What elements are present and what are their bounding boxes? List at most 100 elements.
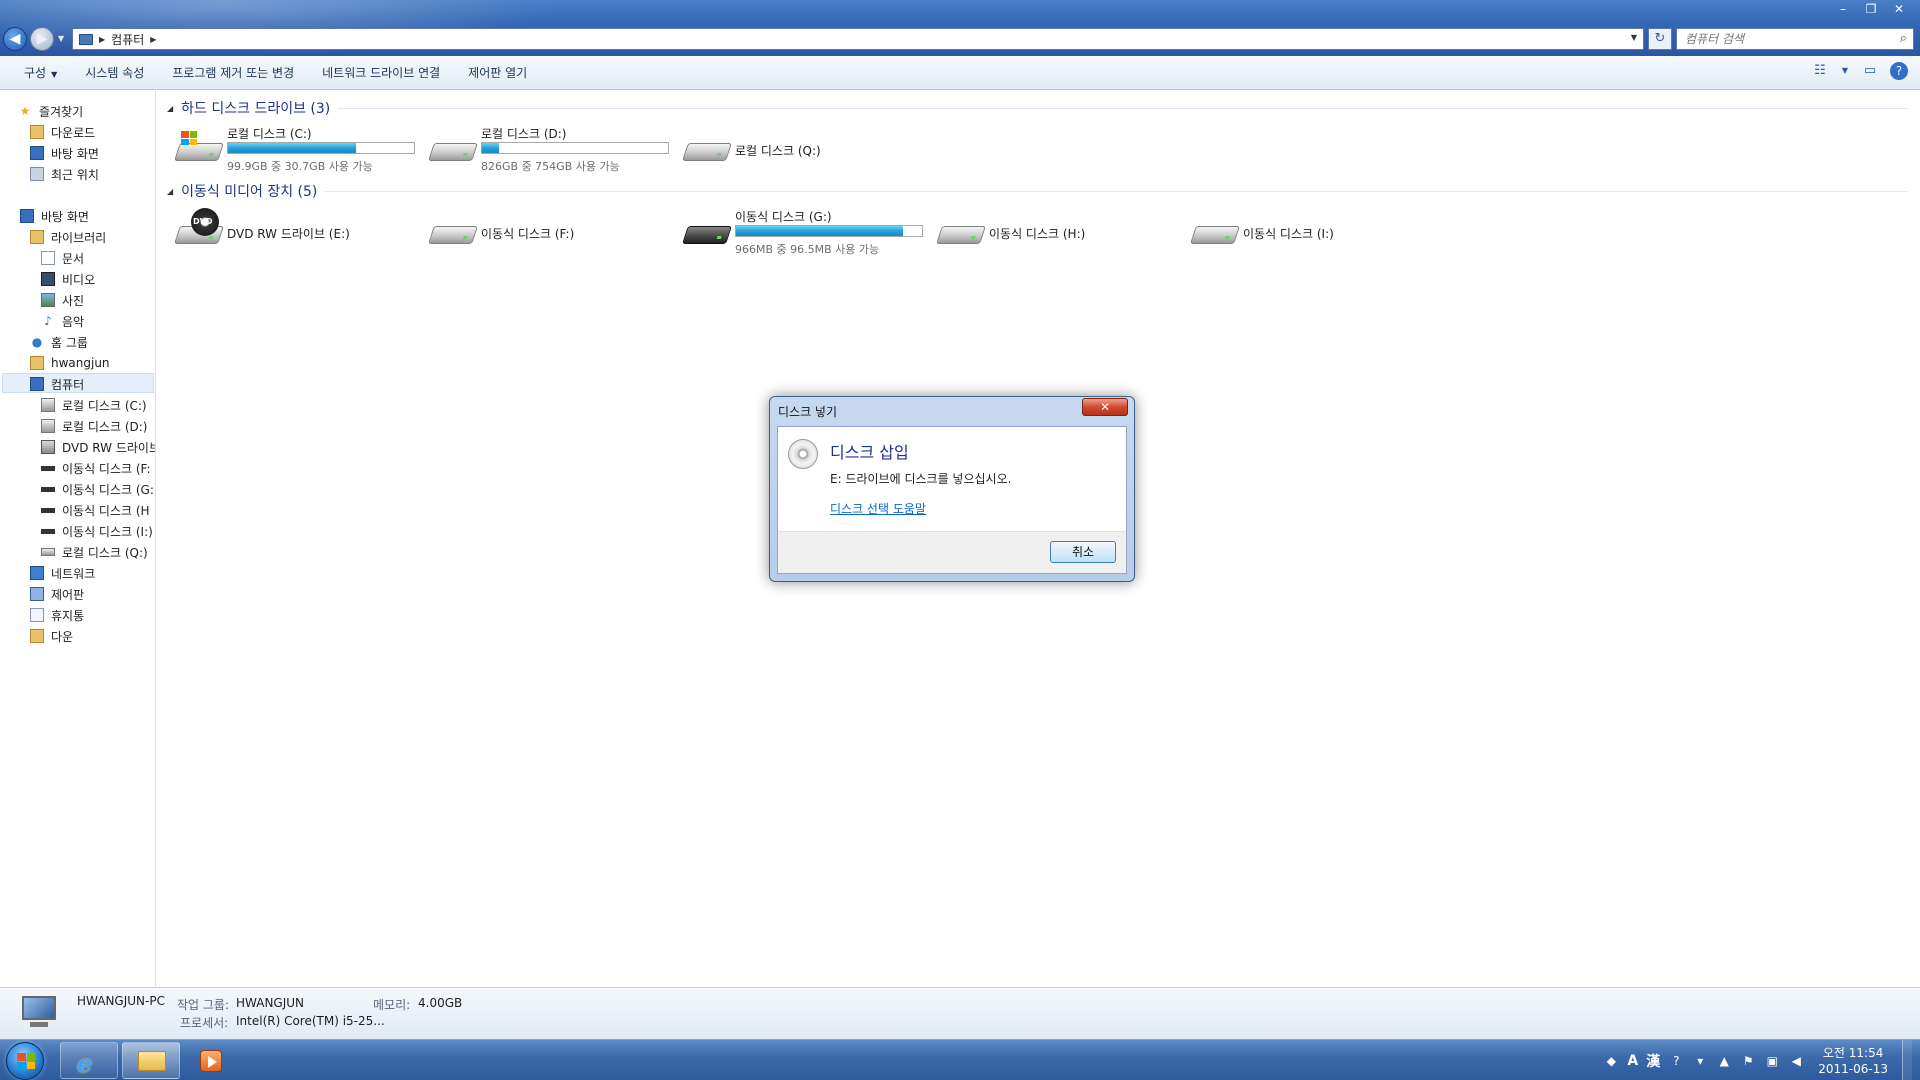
nav-drive-q[interactable]: 로컬 디스크 (Q:): [41, 542, 148, 562]
drive-c[interactable]: 로컬 디스크 (C:) 99.9GB 중 30.7GB 사용 가능: [174, 123, 425, 177]
nav-pictures[interactable]: 사진: [41, 290, 84, 310]
nav-drive-e[interactable]: DVD RW 드라이브: [41, 437, 156, 457]
ime-hanja-indicator[interactable]: 漢: [1646, 1051, 1660, 1071]
nav-recycle-bin[interactable]: 휴지통: [30, 605, 84, 625]
dialog-close-button[interactable]: ✕: [1082, 398, 1128, 416]
nav-user-folder[interactable]: hwangjun: [30, 353, 110, 373]
forward-button[interactable]: ▶: [30, 27, 54, 51]
disk-help-link[interactable]: 디스크 선택 도움말: [830, 500, 926, 517]
nav-label: DVD RW 드라이브: [62, 440, 156, 455]
drive-q[interactable]: 로컬 디스크 (Q:): [682, 123, 933, 177]
uninstall-program-button[interactable]: 프로그램 제거 또는 변경: [158, 61, 308, 85]
minimize-button[interactable]: –: [1830, 1, 1856, 17]
nav-favorites[interactable]: ★ 즐겨찾기: [18, 101, 84, 121]
ime-options-icon[interactable]: ▾: [1692, 1054, 1708, 1068]
group-divider: [338, 107, 1907, 109]
organize-button[interactable]: 구성 ▼: [10, 61, 71, 85]
system-tray: ◆ A 漢 ? ▾ ▲ ⚑ ▣ ◀ 오전 11:54 2011-06-13: [1603, 1040, 1912, 1080]
dialog-title: 디스크 넣기: [778, 405, 838, 419]
drive-g[interactable]: 이동식 디스크 (G:) 966MB 중 96.5MB 사용 가능: [682, 206, 933, 260]
nav-desktop-favorite[interactable]: 바탕 화면: [30, 143, 99, 163]
back-button[interactable]: ◀: [3, 27, 27, 51]
nav-music[interactable]: ♪ 음악: [41, 311, 84, 331]
volume-icon[interactable]: ◀: [1788, 1054, 1804, 1068]
taskbar-windows-explorer[interactable]: [122, 1042, 180, 1079]
ime-help-icon[interactable]: ?: [1668, 1054, 1684, 1068]
collapse-triangle-icon[interactable]: ◢: [167, 187, 173, 196]
drive-i[interactable]: 이동식 디스크 (I:): [1190, 206, 1441, 260]
organize-label: 구성: [24, 65, 47, 80]
show-desktop-button[interactable]: [1902, 1040, 1912, 1080]
nav-network[interactable]: 네트워크: [30, 563, 95, 583]
nav-libraries[interactable]: 라이브러리: [30, 227, 106, 247]
video-icon: [41, 272, 55, 286]
drive-h[interactable]: 이동식 디스크 (H:): [936, 206, 1187, 260]
drive-name: 로컬 디스크 (Q:): [735, 144, 821, 158]
nav-label: 제어판: [51, 587, 85, 602]
nav-drive-h[interactable]: 이동식 디스크 (H: [41, 500, 150, 520]
security-shield-icon[interactable]: ◆: [1603, 1054, 1619, 1068]
nav-desktop[interactable]: 바탕 화면: [20, 206, 89, 226]
drive-name: DVD RW 드라이브 (E:): [227, 227, 350, 241]
view-dropdown-icon[interactable]: ▼: [1840, 61, 1850, 81]
media-player-icon: [200, 1050, 222, 1072]
nav-homegroup[interactable]: ● 홈 그룹: [30, 332, 88, 352]
map-network-drive-button[interactable]: 네트워크 드라이브 연결: [308, 61, 454, 85]
windows-logo-icon: [17, 1053, 35, 1069]
drive-d[interactable]: 로컬 디스크 (D:) 826GB 중 754GB 사용 가능: [428, 123, 679, 177]
ime-mode-indicator[interactable]: A: [1627, 1053, 1638, 1069]
nav-recent-places[interactable]: 최근 위치: [30, 164, 99, 184]
nav-control-panel[interactable]: 제어판: [30, 584, 84, 604]
removable-drive-icon: [41, 528, 55, 534]
chevron-right-icon[interactable]: ▶: [150, 35, 156, 44]
nav-label: 라이브러리: [51, 230, 107, 245]
breadcrumb-computer[interactable]: 컴퓨터: [111, 31, 144, 48]
music-note-icon: ♪: [44, 314, 52, 328]
chevron-right-icon[interactable]: ▶: [99, 35, 105, 44]
preview-pane-icon[interactable]: ▭: [1860, 61, 1880, 81]
help-icon[interactable]: ?: [1890, 62, 1908, 80]
removable-drive-icon: [682, 218, 732, 254]
taskbar-internet-explorer[interactable]: e: [60, 1042, 118, 1079]
address-bar[interactable]: ▶ 컴퓨터 ▶ ▼: [72, 28, 1644, 50]
maximize-button[interactable]: ❐: [1858, 1, 1884, 17]
taskbar-media-player[interactable]: [184, 1042, 242, 1079]
cancel-button[interactable]: 취소: [1050, 541, 1116, 563]
nav-other-folder[interactable]: 다운: [30, 626, 73, 646]
nav-drive-f[interactable]: 이동식 디스크 (F:: [41, 458, 151, 478]
nav-videos[interactable]: 비디오: [41, 269, 95, 289]
action-center-flag-icon[interactable]: ⚑: [1740, 1054, 1756, 1068]
nav-documents[interactable]: 문서: [41, 248, 84, 268]
nav-downloads[interactable]: 다운로드: [30, 122, 95, 142]
drive-e[interactable]: DVD DVD RW 드라이브 (E:): [174, 206, 425, 260]
explorer-folder-icon: [138, 1051, 166, 1071]
open-control-panel-button[interactable]: 제어판 열기: [454, 61, 541, 85]
nav-drive-c[interactable]: 로컬 디스크 (C:): [41, 395, 147, 415]
refresh-button[interactable]: ↻: [1648, 28, 1672, 50]
recent-pages-dropdown[interactable]: ▼: [58, 34, 64, 43]
start-button[interactable]: [6, 1042, 44, 1080]
view-options-icon[interactable]: ☷: [1810, 61, 1830, 81]
collapse-triangle-icon[interactable]: ◢: [167, 104, 173, 113]
search-icon[interactable]: ⌕: [1900, 31, 1907, 46]
network-status-icon[interactable]: ▣: [1764, 1054, 1780, 1068]
show-hidden-icons-icon[interactable]: ▲: [1716, 1054, 1732, 1068]
group-header-removable[interactable]: ◢ 이동식 미디어 장치 (5): [167, 181, 1907, 201]
drive-f[interactable]: 이동식 디스크 (F:): [428, 206, 679, 260]
nav-drive-d[interactable]: 로컬 디스크 (D:): [41, 416, 147, 436]
memory-label: 메모리:: [373, 998, 411, 1012]
star-icon: ★: [19, 104, 31, 118]
nav-computer[interactable]: 컴퓨터: [30, 374, 84, 394]
close-button[interactable]: ✕: [1886, 1, 1912, 17]
nav-drive-i[interactable]: 이동식 디스크 (I:): [41, 521, 153, 541]
drive-name: 이동식 디스크 (F:): [481, 227, 575, 241]
group-header-hdd[interactable]: ◢ 하드 디스크 드라이브 (3): [167, 98, 1907, 118]
search-input[interactable]: [1685, 32, 1885, 46]
address-dropdown-icon[interactable]: ▼: [1631, 33, 1637, 42]
nav-drive-g[interactable]: 이동식 디스크 (G:: [41, 479, 154, 499]
capacity-bar: [481, 142, 669, 154]
search-box[interactable]: ⌕: [1676, 28, 1914, 50]
clock[interactable]: 오전 11:54 2011-06-13: [1818, 1045, 1888, 1077]
details-pane: HWANGJUN-PC 작업 그룹: HWANGJUN 메모리: 4.00GB …: [0, 987, 1920, 1039]
system-properties-button[interactable]: 시스템 속성: [71, 61, 158, 85]
